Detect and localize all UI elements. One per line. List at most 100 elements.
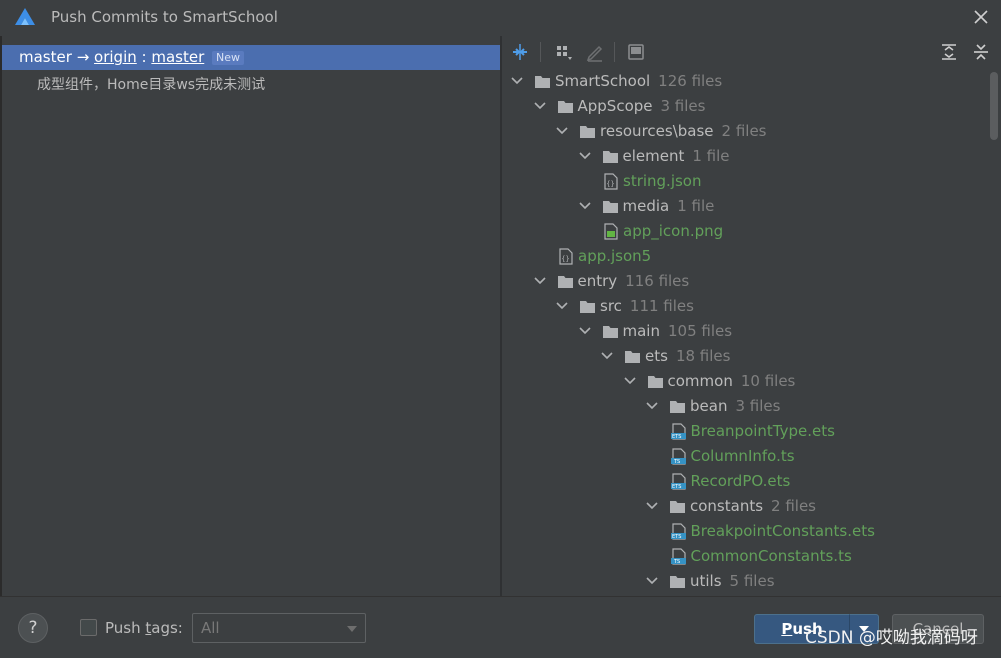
svg-text:TS: TS [673,459,680,465]
tree-file-row[interactable]: {} string.json [600,170,987,195]
chevron-down-icon[interactable] [578,149,592,163]
svg-text:{}: {} [606,180,614,188]
ts-file-icon: TS [670,448,687,465]
new-branch-badge: New [212,51,244,65]
tree-folder-row[interactable]: SmartSchool 126 files [510,70,987,95]
group-by-icon[interactable] [554,42,574,62]
tree-file-row[interactable]: TS CommonConstants.ts [668,545,988,570]
dialog-title-bar: Push Commits to SmartSchool [0,0,1001,36]
tags-dropdown[interactable]: All [192,613,366,643]
tree-folder-row[interactable]: constants 2 files [645,495,987,520]
tree-node-name: element 1 file [622,147,730,165]
json-file-icon: {} [602,173,619,190]
tree-file-row[interactable]: ETS BreakpointConstants.ets [668,520,988,545]
ets-file-icon: ETS [670,523,687,540]
folder-icon [579,123,596,140]
chevron-down-icon[interactable] [645,499,659,513]
folder-icon [602,198,619,215]
tree-file-row[interactable]: TS ColumnInfo.ts [668,445,988,470]
tree-folder-row[interactable]: element 1 file [578,145,988,170]
chevron-down-icon[interactable] [533,274,547,288]
folder-icon [602,148,619,165]
tree-node-file-count: 116 files [625,272,690,290]
tree-folder-row[interactable]: AppScope 3 files [533,95,988,120]
chevron-down-icon[interactable] [645,574,659,588]
png-file-icon [602,223,619,240]
deveco-logo-icon [15,8,35,25]
tree-node-file-count: 105 files [667,322,733,340]
tree-node-name: AppScope 3 files [577,97,706,115]
tree-node-name: utils 5 files [690,572,775,590]
chevron-down-icon[interactable] [623,374,637,388]
svg-text:{}: {} [561,255,569,263]
expand-all-icon[interactable] [939,42,959,62]
tree-node-file-count: 1 file [677,197,715,215]
tree-node-name: BreakpointConstants.ets [690,522,875,540]
tree-folder-row[interactable]: utils 5 files [645,570,987,595]
branch-push-row[interactable]: master → origin : master New [2,45,500,70]
edit-icon[interactable] [585,42,605,62]
expand-diff-icon[interactable] [510,42,530,62]
tree-file-row[interactable]: app_icon.png [600,220,987,245]
folder-icon [534,73,551,90]
collapse-all-icon[interactable] [971,42,991,62]
tree-folder-row[interactable]: entry 116 files [533,270,988,295]
tree-folder-row[interactable]: src 111 files [555,295,987,320]
tree-node-file-count: 111 files [629,297,694,315]
tree-node-name: constants 2 files [690,497,817,515]
chevron-down-icon[interactable] [645,399,659,413]
tree-file-row[interactable]: {} app.json5 [555,245,987,270]
tree-file-row[interactable]: ETS BreanpointType.ets [668,420,988,445]
tree-node-name: src 111 files [600,297,694,315]
svg-text:ETS: ETS [672,534,681,540]
chevron-down-icon[interactable] [533,99,547,113]
tree-node-name: string.json [623,172,702,190]
push-tags-checkbox[interactable] [80,619,97,636]
tree-folder-row[interactable]: bean 3 files [645,395,987,420]
chevron-down-icon[interactable] [555,124,569,138]
dialog-title: Push Commits to SmartSchool [51,8,278,26]
tree-scrollbar[interactable] [990,72,998,140]
push-tags-label: Push tags: [105,619,183,637]
tree-node-name: resources\base 2 files [600,122,767,140]
chevron-down-icon[interactable] [555,299,569,313]
tree-node-file-count: 5 files [729,572,775,590]
folder-icon [669,573,686,590]
show-diff-icon[interactable] [626,42,646,62]
svg-text:TS: TS [673,559,680,565]
target-branch-link[interactable]: master [151,48,204,66]
tree-file-row[interactable]: ETS RecordPO.ets [668,470,988,495]
tree-node-name: SmartSchool 126 files [555,72,723,90]
tree-node-name: RecordPO.ets [690,472,791,490]
tree-node-file-count: 2 files [721,122,767,140]
remote-name-link[interactable]: origin [94,48,137,66]
chevron-down-icon[interactable] [510,74,524,88]
tree-folder-row[interactable]: ets 18 files [600,345,987,370]
tree-folder-row[interactable]: main 105 files [578,320,988,345]
chevron-down-icon[interactable] [578,324,592,338]
changes-toolbar [502,36,1001,68]
close-icon[interactable] [970,6,992,28]
tags-dropdown-value: All [201,619,220,637]
folder-icon [557,98,574,115]
branch-separator: : [136,48,152,66]
help-button[interactable]: ? [18,613,48,643]
chevron-down-icon[interactable] [600,349,614,363]
svg-text:ETS: ETS [672,434,681,440]
tree-folder-row[interactable]: resources\base 2 files [555,120,987,145]
tree-node-name: CommonConstants.ts [690,547,852,565]
tree-node-name: bean 3 files [690,397,781,415]
tree-node-file-count: 18 files [675,347,731,365]
tree-node-file-count: 3 files [660,97,706,115]
tree-node-file-count: 10 files [740,372,796,390]
commit-row[interactable]: 成型组件，Home目录ws完成未测试 [37,74,265,94]
local-branch: master [19,48,72,66]
chevron-down-icon[interactable] [578,199,592,213]
tree-folder-row[interactable]: media 1 file [578,195,988,220]
tree-folder-row[interactable]: common 10 files [623,370,988,395]
tree-node-name: BreanpointType.ets [690,422,835,440]
ts-file-icon: TS [670,548,687,565]
ets-file-icon: ETS [670,423,687,440]
folder-icon [624,348,641,365]
tree-node-name: common 10 files [667,372,796,390]
